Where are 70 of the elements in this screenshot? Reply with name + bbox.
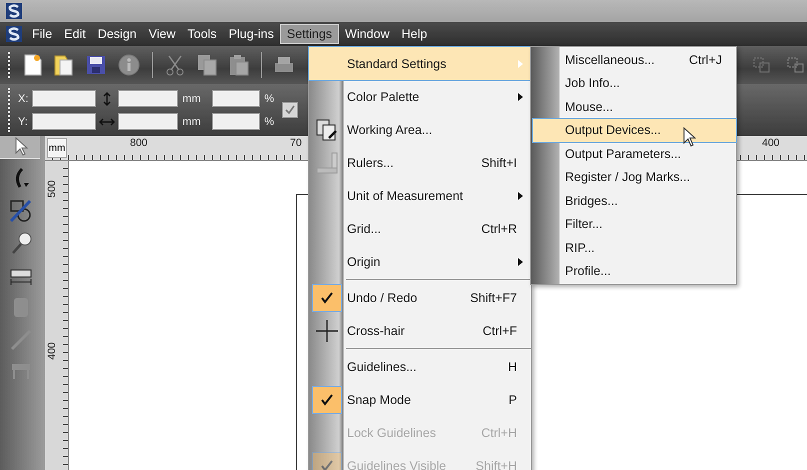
new-document-icon[interactable] (24, 54, 42, 76)
folder-icon[interactable] (54, 54, 74, 76)
scissors-icon[interactable] (165, 54, 185, 76)
menu-item[interactable]: Standard Settings (309, 47, 531, 80)
crosshair-icon (314, 318, 338, 342)
paste-icon[interactable] (229, 54, 249, 76)
ruler-label: 800 (130, 137, 148, 149)
submenu-arrow-icon (518, 192, 523, 200)
menu-item[interactable]: Bridges... (531, 189, 736, 212)
menu-item[interactable]: Working Area... (309, 113, 531, 146)
ruler-label: 400 (762, 137, 780, 149)
submenu-arrow-icon (518, 258, 523, 266)
y-label: Y: (18, 116, 28, 128)
menu-item[interactable]: RIP... (531, 236, 736, 260)
menu-item[interactable]: View (142, 25, 182, 43)
menu-item[interactable]: Miscellaneous... Ctrl+J (531, 48, 736, 72)
ruler-icon (314, 150, 338, 174)
menu-item[interactable]: Unit of Measurement (309, 179, 531, 212)
unit-label: mm (182, 116, 202, 128)
mouse-cursor-icon (683, 127, 696, 147)
menu-item[interactable]: Tools (182, 25, 223, 43)
app-logo-icon (6, 3, 22, 19)
y-field[interactable] (32, 113, 96, 130)
ruler-unit: mm (47, 138, 67, 158)
check-icon (285, 105, 296, 115)
menu-item[interactable]: Undo / Redo Shift+F7 (309, 281, 531, 314)
percent-label: % (264, 92, 276, 104)
unit-label: mm (182, 92, 202, 104)
submenu-arrow-icon (518, 60, 523, 68)
menu-item[interactable]: Guidelines... H (309, 350, 531, 383)
menu-item[interactable]: Help (396, 25, 434, 43)
copy-icon[interactable] (197, 54, 217, 76)
submenu-arrow-icon (518, 92, 523, 100)
menu-item[interactable]: Cross-hair Ctrl+F (309, 314, 531, 347)
menu-item[interactable]: Mouse... (531, 95, 736, 118)
menu-item[interactable]: File (26, 25, 58, 43)
menu-item[interactable]: Snap Mode P (309, 383, 531, 416)
x-field[interactable] (32, 90, 96, 107)
x-label: X: (18, 92, 28, 104)
ruler-label: 400 (46, 342, 58, 360)
menu-item[interactable]: Profile... (531, 260, 736, 283)
height-field[interactable] (118, 90, 178, 107)
save-icon[interactable] (86, 55, 106, 75)
menu-item[interactable]: Grid... Ctrl+R (309, 212, 531, 245)
menu-item[interactable]: Edit (58, 25, 92, 43)
height-percent-field[interactable] (212, 90, 260, 107)
info-icon[interactable] (118, 54, 140, 76)
menu-item[interactable]: Design (92, 25, 143, 43)
percent-label: % (264, 116, 276, 128)
menu-item[interactable]: Settings (280, 24, 340, 44)
app-logo-icon (6, 26, 22, 42)
menu-item[interactable]: Output Devices... (533, 118, 736, 142)
menu-item[interactable]: Register / Jog Marks... (531, 166, 736, 189)
menu-item[interactable]: Plug-ins (222, 25, 280, 43)
pages-icon (314, 118, 338, 142)
menu-item[interactable]: Rulers... Shift+I (309, 146, 531, 179)
height-arrow-icon (102, 92, 112, 106)
menu-item[interactable]: Job Info... (531, 72, 736, 95)
menu-item[interactable]: Filter... (531, 212, 736, 236)
ruler-label: 500 (46, 180, 58, 198)
menu-item[interactable]: Color Palette (309, 80, 531, 113)
menu-item[interactable]: Output Parameters... (531, 142, 736, 166)
width-field[interactable] (118, 113, 178, 130)
proportional-checkbox[interactable] (282, 102, 298, 118)
ruler-label: 70 (290, 137, 302, 149)
pointer-tool-icon[interactable] (0, 136, 40, 159)
menu-item[interactable]: Window (339, 25, 396, 43)
menu-item[interactable]: Origin (309, 245, 531, 278)
width-arrow-icon (99, 116, 116, 126)
width-percent-field[interactable] (212, 113, 260, 130)
